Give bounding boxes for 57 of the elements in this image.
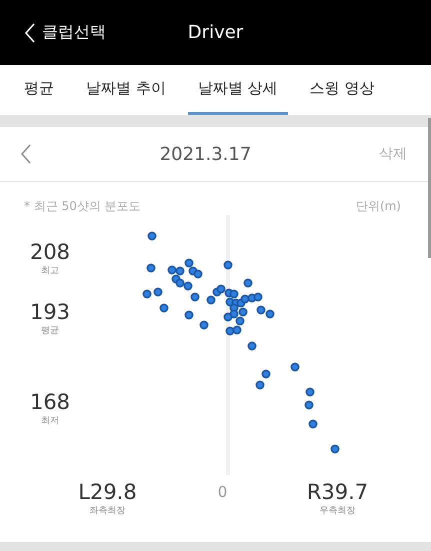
shot-dot [200, 320, 208, 330]
side-distance-caption: 좌측최장 [90, 505, 126, 518]
shot-dot [184, 310, 194, 320]
shot-dot [248, 342, 256, 350]
chart-note: * 최근 50샷의 분포도 [24, 198, 141, 215]
shot-dot [238, 308, 248, 316]
distance-value: 208 [30, 241, 70, 264]
chevron-left-icon [20, 143, 32, 165]
side-distance-value: R39.7 [306, 481, 368, 504]
shot-dot [154, 288, 162, 296]
shot-dot [230, 290, 238, 298]
back-button[interactable]: 클럽선택 [0, 22, 106, 44]
date-label: 2021.3.17 [160, 144, 252, 164]
shot-dot [146, 264, 156, 272]
distance-value: 193 [30, 301, 70, 324]
screen-title: Driver [188, 22, 244, 43]
chevron-left-icon [24, 22, 36, 44]
tab[interactable]: 스윙 영상 [300, 65, 384, 115]
shot-dot [256, 306, 266, 314]
shot-dot [330, 444, 340, 454]
side-distance-caption: 우측최장 [320, 505, 356, 518]
shot-dot [176, 278, 184, 288]
shot-dot [232, 326, 242, 334]
side-distance-value: L29.8 [78, 481, 137, 504]
shot-dot [168, 266, 176, 274]
shot-dot [244, 278, 252, 288]
shot-dot [176, 266, 184, 276]
previous-date-button[interactable] [20, 143, 32, 165]
distance-value: 168 [30, 391, 70, 414]
shot-dot [224, 260, 232, 270]
shot-dot [142, 290, 152, 298]
shot-dot [240, 294, 250, 304]
shot-dot [236, 316, 244, 326]
shot-dot [160, 304, 168, 312]
shot-dot [224, 312, 232, 322]
distance-caption: 평균 [41, 325, 59, 338]
shot-dot [190, 292, 200, 302]
shot-dot [266, 310, 274, 318]
shot-dot [308, 420, 318, 428]
shot-dot [262, 370, 270, 378]
shot-dot [304, 400, 314, 410]
shot-dot [184, 258, 194, 268]
distance-caption: 최저 [41, 415, 59, 428]
distance-caption: 최고 [41, 265, 59, 278]
shot-dot [184, 282, 192, 290]
center-value: 0 [218, 482, 228, 503]
shot-dot [306, 388, 314, 396]
shot-dot [206, 296, 216, 304]
unit-label: 단위(m) [356, 198, 401, 215]
shot-dot [256, 380, 264, 390]
tab[interactable]: 평균 [14, 65, 64, 115]
shot-dot [216, 284, 226, 294]
shot-dot [290, 362, 300, 372]
tab[interactable]: 날짜별 추이 [76, 65, 176, 115]
shot-dot [194, 270, 202, 278]
shot-dot [254, 292, 262, 302]
shot-dot [148, 232, 156, 240]
